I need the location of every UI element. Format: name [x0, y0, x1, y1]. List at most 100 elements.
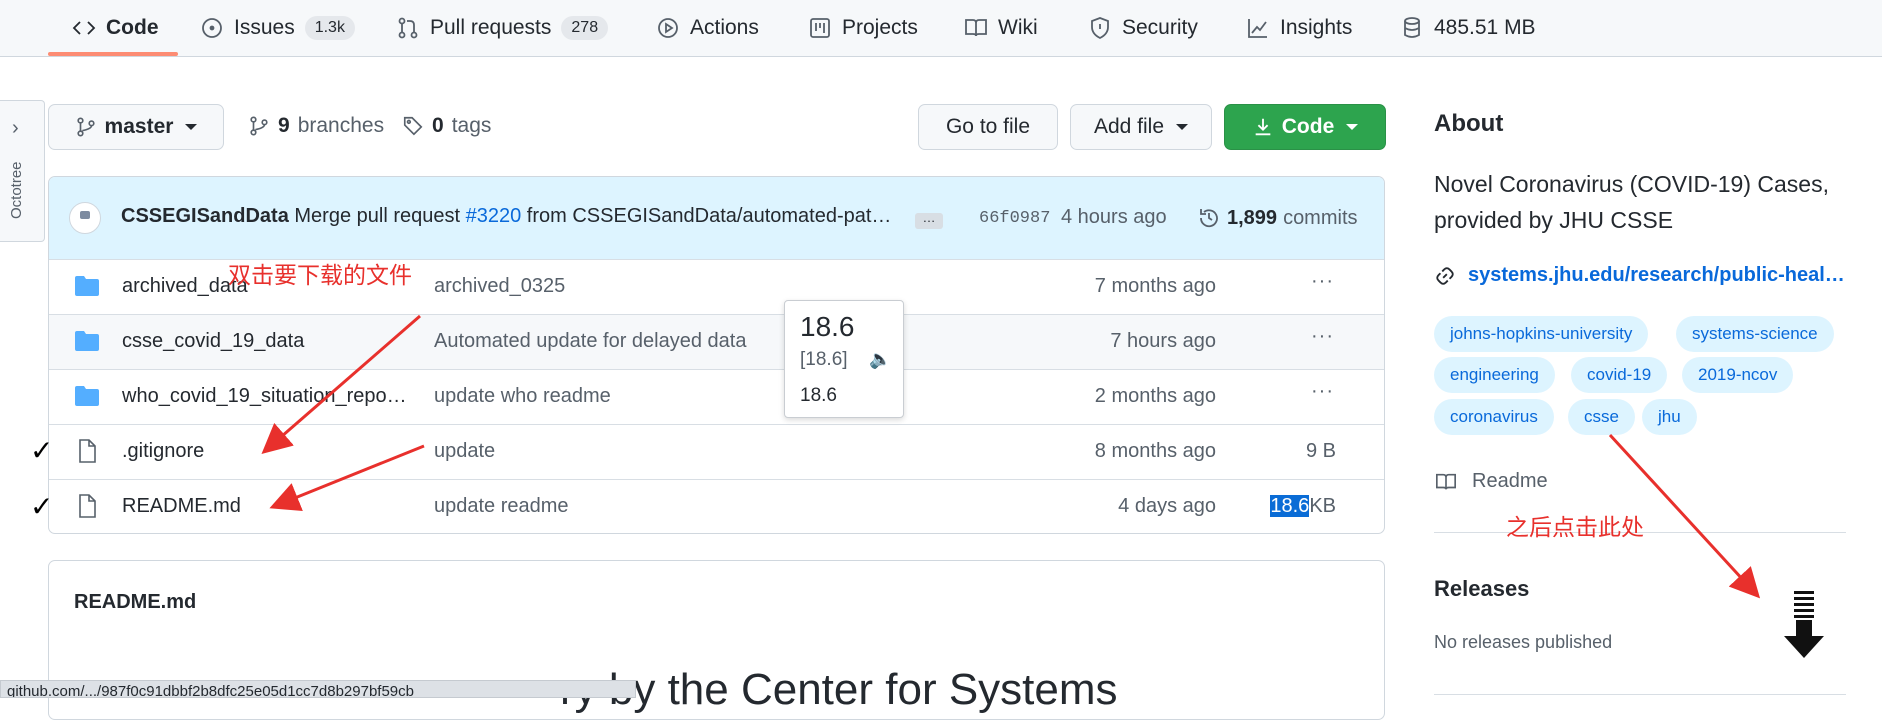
status-bar-url: github.com/.../987f0c91dbbf2b8dfc25e05d1…: [0, 680, 636, 698]
commit-expand-button[interactable]: …: [915, 211, 943, 229]
chevron-down-icon: [1176, 124, 1189, 130]
annotation-then-click: 之后点击此处: [1506, 514, 1644, 540]
folder-icon: [75, 276, 99, 296]
commit-time: 4 hours ago: [1061, 206, 1167, 228]
commits-label: commits: [1283, 206, 1358, 229]
releases-empty-text: No releases published: [1434, 632, 1613, 652]
file-age: 2 months ago: [1094, 385, 1216, 407]
tab-pull-requests[interactable]: Pull requests 278: [396, 0, 609, 56]
topic-tag[interactable]: csse: [1568, 399, 1635, 435]
file-row-csse-covid-19-data[interactable]: csse_covid_19_data Automated update for …: [49, 314, 1384, 369]
tab-security[interactable]: Security: [1088, 0, 1198, 56]
file-row-who-covid-19[interactable]: who_covid_19_situation_repo… update who …: [49, 369, 1384, 424]
about-heading: About: [1434, 110, 1504, 137]
tags-label: tags: [451, 114, 492, 137]
branch-select-button[interactable]: master: [48, 104, 224, 150]
play-icon: [658, 18, 678, 38]
file-row-gitignore[interactable]: .gitignore update 8 months ago 9 B: [49, 424, 1384, 479]
go-to-file-label: Go to file: [945, 115, 1031, 138]
readme-title: README.md: [74, 591, 197, 613]
about-website-link[interactable]: systems.jhu.edu/research/public-heal…: [1434, 264, 1845, 287]
annotation-double-click: 双击要下载的文件: [228, 262, 412, 288]
tab-projects-label: Projects: [842, 16, 918, 39]
history-icon: [1200, 209, 1218, 228]
topic-tag[interactable]: engineering: [1434, 357, 1555, 393]
commit-message: CSSEGISandData Merge pull request #3220 …: [121, 205, 891, 228]
popup-definition: 18.6: [800, 385, 837, 406]
file-row-readme[interactable]: README.md update readme 4 days ago 18.6K…: [49, 479, 1384, 533]
go-to-file-button[interactable]: Go to file: [918, 104, 1058, 150]
file-icon: [79, 439, 96, 463]
topic-tag[interactable]: covid-19: [1571, 357, 1668, 393]
repo-size: 485.51 MB: [1400, 0, 1536, 56]
code-icon: [72, 21, 96, 35]
folder-icon: [75, 331, 99, 351]
tab-insights[interactable]: Insights: [1246, 0, 1352, 56]
branch-name: master: [104, 115, 174, 138]
branches-link[interactable]: 9 branches: [248, 114, 384, 138]
file-name[interactable]: csse_covid_19_data: [122, 330, 304, 353]
file-name[interactable]: README.md: [122, 495, 241, 518]
file-name[interactable]: who_covid_19_situation_repo…: [122, 385, 407, 408]
speaker-icon[interactable]: 🔈: [869, 349, 891, 370]
tab-issues[interactable]: Issues 1.3k: [200, 0, 355, 56]
pull-request-icon: [398, 17, 418, 39]
file-more-icon[interactable]: ···: [1311, 325, 1334, 348]
tab-pull-requests-label: Pull requests: [430, 16, 552, 39]
code-download-button[interactable]: Code: [1224, 104, 1386, 150]
octotree-label: Octotree: [8, 161, 25, 219]
pull-requests-counter: 278: [561, 16, 609, 40]
topic-tag[interactable]: johns-hopkins-university: [1434, 316, 1649, 352]
readme-link-label: Readme: [1472, 470, 1548, 492]
add-file-button[interactable]: Add file: [1070, 104, 1212, 150]
topic-tag[interactable]: 2019-ncov: [1682, 357, 1794, 393]
topic-tag[interactable]: systems-science: [1676, 316, 1834, 352]
commit-pr-link[interactable]: #3220: [466, 205, 522, 227]
avatar[interactable]: [69, 202, 101, 234]
file-more-icon[interactable]: ···: [1311, 380, 1334, 403]
check-mark: ✓: [30, 491, 54, 522]
about-link-text: systems.jhu.edu/research/public-heal…: [1468, 264, 1845, 286]
commit-author[interactable]: CSSEGISandData: [121, 205, 289, 227]
tag-icon: [403, 116, 423, 136]
latest-commit-bar: CSSEGISandData Merge pull request #3220 …: [49, 177, 1384, 260]
divider: [1434, 694, 1846, 695]
tab-security-label: Security: [1122, 16, 1198, 39]
download-icon: [1255, 118, 1271, 136]
commit-message-prefix[interactable]: Merge pull request: [294, 205, 460, 227]
active-tab-indicator: [48, 52, 178, 56]
commit-sha[interactable]: 66f0987: [979, 209, 1050, 228]
file-commit-message[interactable]: archived_0325: [434, 275, 565, 298]
about-description: Novel Coronavirus (COVID-19) Cases, prov…: [1434, 171, 1829, 233]
tab-code-label: Code: [106, 16, 159, 39]
file-age: 7 hours ago: [1110, 330, 1216, 352]
file-more-icon[interactable]: ···: [1311, 270, 1334, 293]
down-arrow-icon: [1784, 591, 1824, 658]
tab-actions[interactable]: Actions: [656, 0, 759, 56]
topic-tag[interactable]: coronavirus: [1434, 399, 1554, 435]
tab-issues-label: Issues: [234, 16, 295, 39]
book-icon: [1436, 473, 1456, 489]
file-commit-message[interactable]: update readme: [434, 495, 569, 518]
readme-link[interactable]: Readme: [1434, 470, 1548, 493]
file-commit-message[interactable]: update: [434, 440, 495, 463]
commits-link[interactable]: 1,899 commits: [1197, 206, 1358, 230]
tags-link[interactable]: 0 tags: [402, 114, 491, 138]
file-age: 4 days ago: [1118, 495, 1216, 517]
readme-heading: ry by the Center for Systems: [560, 665, 1118, 714]
tab-wiki[interactable]: Wiki: [964, 0, 1038, 56]
branches-count: 9: [278, 114, 290, 137]
database-icon: [1404, 17, 1420, 38]
tab-projects[interactable]: Projects: [808, 0, 918, 56]
file-commit-message[interactable]: Automated update for delayed data: [434, 330, 746, 353]
file-name[interactable]: .gitignore: [122, 440, 204, 463]
file-commit-message[interactable]: update who readme: [434, 385, 611, 408]
issue-icon: [202, 18, 222, 38]
issues-counter: 1.3k: [304, 16, 355, 40]
translation-popup: 18.6 [18.6] 🔈 18.6: [784, 300, 904, 418]
commit-message-suffix[interactable]: from CSSEGISandData/automated-pat…: [527, 205, 892, 227]
tab-code[interactable]: Code: [72, 0, 159, 56]
octotree-toggle[interactable]: › Octotree: [0, 100, 45, 242]
releases-heading[interactable]: Releases: [1434, 576, 1529, 602]
topic-tag[interactable]: jhu: [1642, 399, 1697, 435]
